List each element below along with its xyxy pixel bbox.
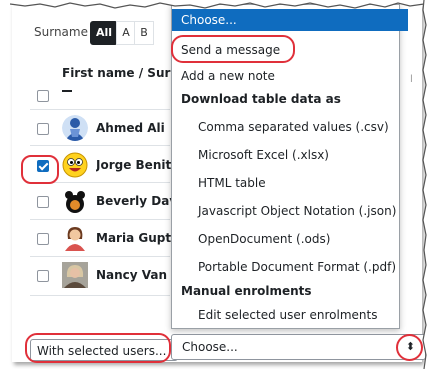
torn-paper-edge-top bbox=[10, 0, 424, 9]
select-all-checkbox[interactable] bbox=[37, 90, 49, 102]
row-checkbox-ahmed[interactable] bbox=[37, 123, 49, 135]
avatar-nancy bbox=[62, 262, 88, 288]
row-divider bbox=[30, 145, 170, 146]
dropdown-item-ods[interactable]: OpenDocument (.ods) bbox=[172, 228, 425, 250]
column-header-first-name[interactable]: First name / Surname bbox=[62, 66, 172, 80]
dropdown-group-download: Download table data as bbox=[181, 92, 341, 106]
row-checkbox-maria[interactable] bbox=[37, 233, 49, 245]
with-selected-users-label: With selected users... bbox=[30, 339, 178, 361]
row-divider bbox=[30, 109, 170, 110]
dropdown-item-xlsx[interactable]: Microsoft Excel (.xlsx) bbox=[172, 144, 425, 166]
dropdown-item-add-note[interactable]: Add a new note bbox=[172, 65, 408, 87]
letter-filter-a[interactable]: A bbox=[116, 21, 136, 45]
row-checkbox-beverly[interactable] bbox=[37, 196, 49, 208]
avatar-jorge bbox=[62, 152, 88, 178]
row-divider bbox=[30, 219, 170, 220]
dropdown-group-manual-enrolments: Manual enrolments bbox=[181, 284, 312, 298]
select-current-value: Choose... bbox=[182, 340, 238, 354]
dropdown-item-csv[interactable]: Comma separated values (.csv) bbox=[172, 116, 425, 138]
bulk-action-dropdown[interactable]: Choose... Send a message Add a new note … bbox=[171, 4, 408, 329]
letter-filter-b[interactable]: B bbox=[134, 21, 154, 45]
clipped-column-edge: l bbox=[410, 74, 413, 85]
dropdown-item-edit-enrolments[interactable]: Edit selected user enrolments bbox=[172, 304, 425, 326]
bulk-action-select[interactable]: Choose... ⬍ bbox=[171, 334, 426, 360]
row-checkbox-jorge[interactable] bbox=[37, 160, 49, 172]
avatar-ahmed bbox=[62, 115, 88, 141]
letter-filter-all[interactable]: All bbox=[90, 21, 118, 45]
dropdown-item-choose[interactable]: Choose... bbox=[172, 9, 408, 31]
torn-paper-edge-right bbox=[422, 0, 432, 369]
row-divider bbox=[30, 295, 170, 296]
dropdown-item-html[interactable]: HTML table bbox=[172, 172, 425, 194]
sort-indicator bbox=[62, 90, 72, 92]
surname-filter-label: Surname bbox=[34, 25, 88, 39]
avatar-maria bbox=[62, 225, 88, 251]
row-divider bbox=[30, 182, 170, 183]
row-divider bbox=[30, 256, 170, 257]
avatar-beverly bbox=[62, 188, 88, 214]
dropdown-item-send-message[interactable]: Send a message bbox=[172, 39, 408, 61]
dropdown-item-json[interactable]: Javascript Object Notation (.json) bbox=[172, 200, 425, 222]
row-checkbox-nancy[interactable] bbox=[37, 270, 49, 282]
dropdown-item-pdf[interactable]: Portable Document Format (.pdf) bbox=[172, 256, 425, 278]
